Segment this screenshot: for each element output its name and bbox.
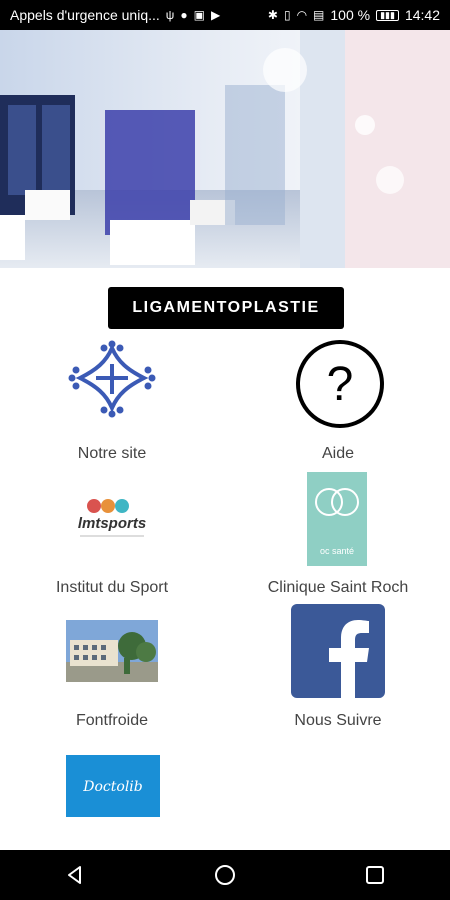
aide-button[interactable]: ? — [294, 338, 386, 430]
home-icon — [215, 865, 235, 885]
recents-icon — [366, 866, 384, 884]
vibrate-icon: ▯ — [283, 8, 291, 22]
play-icon: ▶ — [210, 8, 221, 22]
notification-text: Appels d'urgence uniq... — [10, 7, 160, 23]
tile-label-notre-site: Notre site — [77, 445, 147, 462]
doctolib-logo-text: Doctolib — [82, 779, 143, 795]
institut-du-sport-button[interactable]: lmtsports — [66, 488, 158, 550]
usb-icon: ψ — [165, 8, 175, 22]
tile-label-clinique-saint-roch: Clinique Saint Roch — [267, 579, 409, 596]
status-bar: Appels d'urgence uniq... ψ ● ▣ ▶ ✱ ▯ ◠ ▤… — [0, 0, 450, 30]
sim-icon: ▤ — [313, 8, 325, 22]
recents-button[interactable] — [345, 850, 405, 900]
building-photo — [66, 620, 158, 682]
back-icon — [68, 866, 81, 884]
occitan-cross-icon — [68, 340, 156, 418]
bluetooth-icon: ✱ — [267, 8, 278, 22]
battery-icon: ▮▮▮ — [376, 9, 399, 21]
tile-label-aide: Aide — [321, 445, 355, 462]
svg-text:?: ? — [327, 358, 354, 411]
home-button[interactable] — [195, 850, 255, 900]
clock: 14:42 — [404, 7, 440, 23]
doctolib-button[interactable]: Doctolib — [66, 755, 160, 817]
tile-label-fontfroide: Fontfroide — [75, 712, 149, 729]
imt-logo-text: lmtsports — [78, 515, 146, 532]
fontfroide-button[interactable] — [66, 620, 158, 682]
app-notification-icon: ● — [180, 8, 188, 22]
nous-suivre-button[interactable] — [291, 604, 385, 698]
imtsports-logo: lmtsports — [78, 499, 146, 537]
image-icon: ▣ — [193, 8, 205, 22]
wifi-icon: ◠ — [296, 8, 308, 22]
navigation-bar — [0, 850, 450, 900]
help-icon: ? — [296, 340, 384, 428]
ligamentoplastie-button[interactable]: LIGAMENTOPLASTIE — [108, 287, 344, 329]
doctolib-logo: Doctolib — [66, 755, 160, 817]
battery-level: 100 % — [330, 7, 371, 23]
tile-label-institut-du-sport: Institut du Sport — [55, 579, 169, 596]
oc-logo-text: oc santé — [320, 546, 354, 556]
facebook-icon — [291, 604, 385, 698]
hero-image — [0, 30, 450, 268]
clinique-saint-roch-button[interactable]: oc santé — [307, 472, 367, 566]
oc-sante-logo: oc santé — [307, 472, 367, 566]
back-button[interactable] — [45, 850, 105, 900]
notre-site-button[interactable] — [66, 340, 158, 432]
tile-label-nous-suivre: Nous Suivre — [294, 712, 382, 729]
